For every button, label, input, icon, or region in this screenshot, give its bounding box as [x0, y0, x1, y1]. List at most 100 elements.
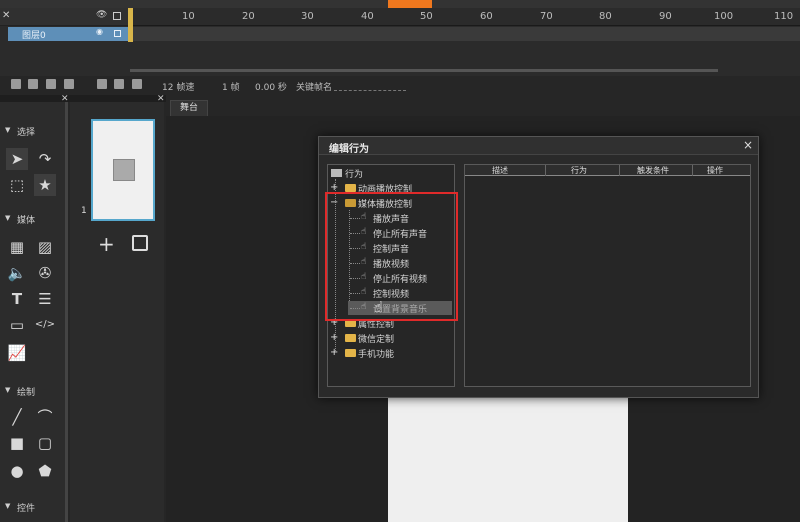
- frame-value: 1 帧: [222, 83, 240, 93]
- rounded-square-icon: ▢: [37, 434, 53, 452]
- delete-icon[interactable]: [46, 79, 56, 89]
- lock-icon[interactable]: [113, 12, 121, 20]
- tool-section-media[interactable]: ▼ 媒体: [0, 210, 68, 226]
- column-header[interactable]: 操作: [707, 165, 723, 176]
- circle-icon: ●: [10, 462, 24, 480]
- section-label: 选择: [17, 128, 36, 138]
- transform-tool-button[interactable]: ⬚: [6, 174, 28, 196]
- paragraph-tool-button[interactable]: ☰: [34, 288, 56, 310]
- tree-item-folder[interactable]: + 手机功能: [330, 346, 452, 360]
- column-header[interactable]: 触发条件: [637, 165, 669, 176]
- text-icon: T: [11, 290, 23, 308]
- computer-icon: [331, 169, 342, 177]
- timeline-scrollbar[interactable]: [130, 69, 718, 72]
- folder-icon[interactable]: [28, 79, 38, 89]
- section-label: 媒体: [17, 216, 36, 226]
- layer-row[interactable]: 图层0 ◉: [8, 27, 128, 41]
- ruler-tick: 110: [774, 11, 794, 22]
- tool-section-draw[interactable]: ▼ 绘制: [0, 382, 68, 398]
- star-icon: ★: [38, 176, 52, 194]
- image-tool-button[interactable]: ▨: [34, 236, 56, 258]
- ruler-tick: 80: [599, 11, 612, 22]
- select-tool-button[interactable]: ➤: [6, 148, 28, 170]
- line-chart-icon: 📈: [7, 344, 27, 362]
- insert-frame-icon[interactable]: [97, 79, 107, 89]
- ruler-tick: 40: [361, 11, 374, 22]
- expand-icon[interactable]: +: [330, 347, 339, 358]
- lock-icon[interactable]: [114, 30, 121, 37]
- image-icon: ▨: [37, 238, 53, 256]
- column-divider[interactable]: [692, 165, 693, 176]
- curve-tool-button[interactable]: ⌒: [34, 406, 56, 428]
- ruler-tick: 60: [480, 11, 493, 22]
- chart-tool-button[interactable]: 📈: [6, 342, 28, 364]
- eye-icon[interactable]: ◉: [96, 27, 103, 36]
- polygon-tool-button[interactable]: ⬟: [34, 460, 56, 482]
- folder-icon: [345, 184, 356, 192]
- curve-pointer-icon: ↷: [38, 150, 52, 168]
- column-divider[interactable]: [619, 165, 620, 176]
- paragraph-icon: ☰: [38, 290, 52, 308]
- screen-icon: ▭: [9, 316, 25, 334]
- tool-section-controls[interactable]: ▼ 控件: [0, 498, 68, 514]
- delete-frame-icon[interactable]: [132, 79, 142, 89]
- keyframe-name-input[interactable]: [334, 90, 406, 91]
- rect-tool-button[interactable]: ■: [6, 432, 28, 454]
- column-header[interactable]: 行为: [571, 165, 587, 176]
- layers-header: ✕ 👁: [0, 8, 128, 26]
- dialog-titlebar[interactable]: 编辑行为 ×: [319, 137, 758, 155]
- behavior-table[interactable]: 描述 行为 触发条件 操作: [464, 164, 751, 387]
- fps-value[interactable]: 12 帧速: [162, 80, 194, 93]
- playhead[interactable]: [128, 8, 133, 42]
- tool-section-select[interactable]: ▼ 选择: [0, 122, 68, 138]
- section-label: 控件: [17, 504, 36, 514]
- sound-tool-button[interactable]: 🔈: [6, 262, 28, 284]
- screen-tool-button[interactable]: ▭: [6, 314, 28, 336]
- collapse-arrow-icon: ▼: [5, 214, 11, 222]
- ruler-tick: 70: [540, 11, 553, 22]
- star-tool-button[interactable]: ★: [34, 174, 56, 196]
- expand-icon[interactable]: +: [330, 332, 339, 343]
- eye-icon[interactable]: 👁: [96, 10, 107, 20]
- close-icon[interactable]: ✕: [2, 10, 10, 21]
- video-tool-button[interactable]: ✇: [34, 262, 56, 284]
- table-header: 描述 行为 触发条件 操作: [465, 165, 750, 176]
- time-value: 0.00 秒: [255, 83, 287, 93]
- keyframe-label: 关键帧名: [296, 83, 333, 93]
- timeline-ruler[interactable]: 10 20 30 40 50 60 70 80 90 100 110: [128, 8, 800, 26]
- stage-canvas[interactable]: [388, 398, 628, 522]
- grid-tool-button[interactable]: ▦: [6, 236, 28, 258]
- frames-row[interactable]: [128, 27, 800, 41]
- insert-keyframe-icon[interactable]: [114, 79, 124, 89]
- ruler-tick: 100: [714, 11, 734, 22]
- column-header[interactable]: 描述: [492, 165, 508, 176]
- layer-name[interactable]: 图层0: [22, 28, 46, 41]
- pentagon-icon: ⬟: [38, 462, 52, 480]
- duplicate-page-button[interactable]: [132, 235, 148, 251]
- add-page-button[interactable]: +: [98, 232, 115, 256]
- publish-button[interactable]: [388, 0, 432, 8]
- close-icon[interactable]: ×: [743, 138, 753, 152]
- top-toolbar-strip: [0, 0, 800, 8]
- tab-stage[interactable]: 舞台: [170, 100, 208, 116]
- tools-scrollbar[interactable]: [65, 102, 68, 522]
- ruler-tick: 20: [242, 11, 255, 22]
- column-divider[interactable]: [545, 165, 546, 176]
- dialog-title: 编辑行为: [329, 144, 369, 155]
- square-icon: ■: [9, 434, 25, 452]
- subselect-tool-button[interactable]: ↷: [34, 148, 56, 170]
- new-layer-icon[interactable]: [11, 79, 21, 89]
- code-icon: </>: [34, 319, 56, 330]
- copy-icon[interactable]: [64, 79, 74, 89]
- code-tool-button[interactable]: </>: [34, 314, 56, 336]
- ellipse-tool-button[interactable]: ●: [6, 460, 28, 482]
- line-tool-button[interactable]: ╱: [6, 406, 28, 428]
- tree-root[interactable]: 行为: [330, 166, 452, 180]
- rounded-rect-tool-button[interactable]: ▢: [34, 432, 56, 454]
- transform-icon: ⬚: [9, 176, 25, 194]
- curve-icon: ⌒: [37, 408, 53, 426]
- line-icon: ╱: [12, 408, 22, 426]
- page-thumbnail[interactable]: [91, 119, 155, 221]
- text-tool-button[interactable]: T: [6, 288, 28, 310]
- tree-item-folder[interactable]: + 微信定制: [330, 331, 452, 345]
